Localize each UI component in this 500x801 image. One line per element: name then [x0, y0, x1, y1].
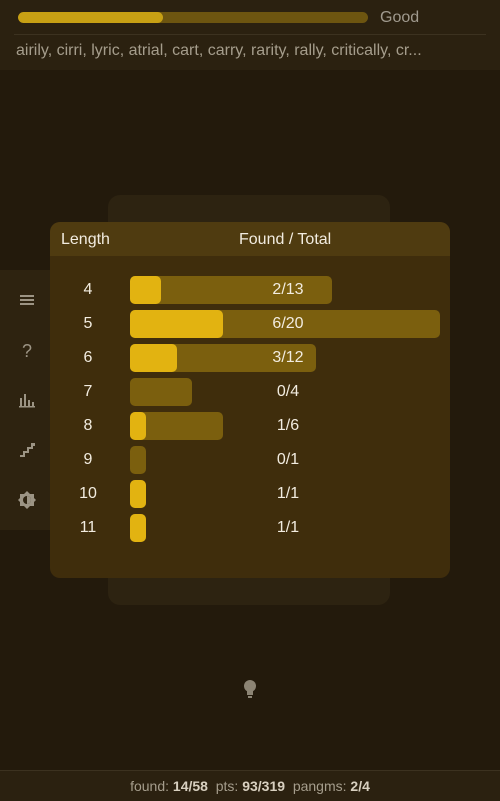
header-found-total: Found / Total [239, 231, 332, 248]
row-found-bar [130, 276, 161, 304]
row-length: 10 [79, 485, 97, 502]
points-value: 93/319 [242, 778, 286, 794]
rank-progress-fill [18, 12, 164, 23]
modal-header: Length Found / Total [50, 222, 450, 256]
row-found-bar [130, 310, 223, 338]
points-label: pts: [215, 778, 239, 794]
table-row: 9 0/1 [50, 446, 450, 474]
row-length: 4 [83, 281, 93, 298]
row-count: 6/20 [272, 315, 304, 332]
row-count: 0/4 [276, 383, 300, 400]
help-icon[interactable]: ? [16, 340, 38, 362]
pangrams-value: 2/4 [350, 778, 370, 794]
table-row: 8 1/6 [50, 412, 450, 440]
row-count: 0/1 [276, 451, 300, 468]
row-total-bar [130, 446, 146, 474]
found-words-list[interactable]: airily, cirri, lyric, atrial, cart, carr… [16, 42, 486, 60]
row-length: 7 [83, 383, 93, 400]
row-count: 3/12 [272, 349, 304, 366]
table-row: 11 1/1 [50, 514, 450, 542]
row-found-bar [130, 480, 146, 508]
row-length: 9 [83, 451, 93, 468]
rank-progress-bar[interactable] [18, 12, 368, 23]
table-row: 6 3/12 [50, 344, 450, 372]
table-row: 4 2/13 [50, 276, 450, 304]
rank-label[interactable]: Good [380, 9, 419, 27]
row-found-bar [130, 514, 146, 542]
table-row: 7 0/4 [50, 378, 450, 406]
row-total-bar [130, 378, 192, 406]
theme-icon[interactable] [16, 490, 38, 512]
row-length: 8 [83, 417, 93, 434]
bottom-stats-bar: found: 14/58 pts: 93/319 pangms: 2/4 [0, 770, 500, 801]
row-count: 2/13 [272, 281, 304, 298]
length-stats-modal: Length Found / Total 4 2/13 5 6/20 6 3/1… [50, 222, 450, 578]
row-found-bar [130, 344, 177, 372]
pangrams-label: pangms: [292, 778, 347, 794]
menu-icon[interactable] [16, 290, 38, 312]
side-dock: ? [0, 270, 52, 530]
hint-bulb-icon[interactable] [240, 678, 260, 700]
top-bar: Good airily, cirri, lyric, atrial, cart,… [0, 0, 500, 70]
row-count: 1/1 [276, 519, 300, 536]
stats-summary: found: 14/58 pts: 93/319 pangms: 2/4 [0, 778, 500, 794]
row-length: 6 [83, 349, 93, 366]
row-count: 1/1 [276, 485, 300, 502]
row-count: 1/6 [276, 417, 300, 434]
found-value: 14/58 [172, 778, 208, 794]
row-length: 5 [83, 315, 93, 332]
divider [14, 34, 486, 35]
stats-icon[interactable] [16, 390, 38, 412]
row-length: 11 [79, 519, 97, 536]
table-row: 10 1/1 [50, 480, 450, 508]
found-label: found: [130, 778, 170, 794]
stairs-icon[interactable] [16, 440, 38, 462]
row-found-bar [130, 412, 146, 440]
table-row: 5 6/20 [50, 310, 450, 338]
header-length: Length [61, 231, 110, 248]
